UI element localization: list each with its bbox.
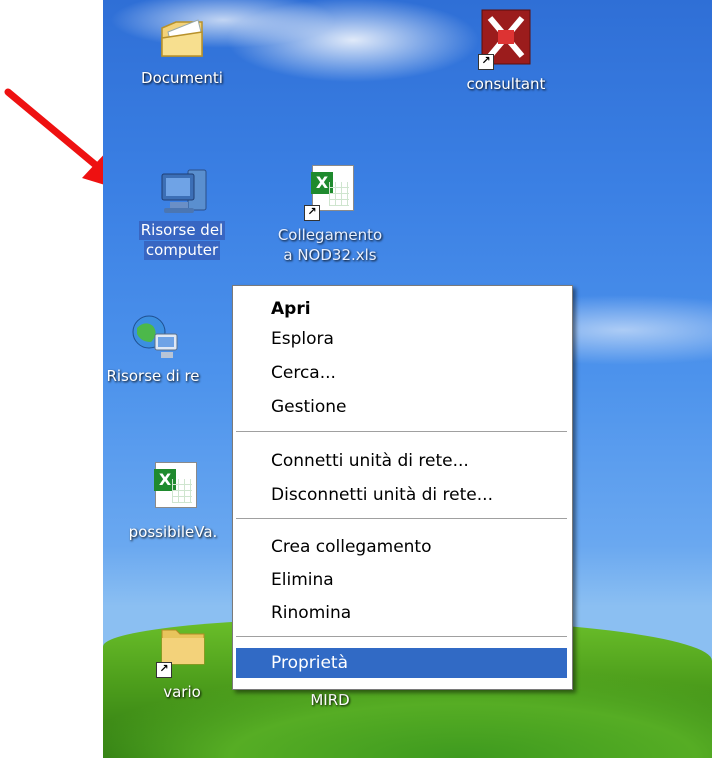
my-documents-icon xyxy=(158,14,206,62)
menu-item-elimina[interactable]: Elimina xyxy=(236,565,567,595)
network-places-icon xyxy=(129,312,178,360)
excel-shortcut-icon: X ↗ xyxy=(304,163,354,221)
desktop-icon-risorse-computer[interactable]: Risorse del computer xyxy=(122,166,242,260)
menu-separator xyxy=(236,431,567,433)
menu-separator xyxy=(236,636,567,638)
icon-label: possibileVa. xyxy=(128,523,218,541)
icon-label: consultant xyxy=(466,75,546,93)
excel-file-icon: X xyxy=(149,460,197,516)
icon-label-line2: a NOD32.xls xyxy=(283,246,377,264)
menu-item-gestione[interactable]: Gestione xyxy=(236,392,567,422)
desktop-icon-possibile[interactable]: X possibileVa. xyxy=(113,460,233,542)
arrow-shaft xyxy=(4,88,108,176)
app-shortcut-icon: ↗ xyxy=(478,8,532,70)
menu-item-rinomina[interactable]: Rinomina xyxy=(236,598,567,628)
desktop-icon-consultant[interactable]: ↗ consultant xyxy=(446,8,566,94)
icon-label-line2: computer xyxy=(143,241,221,260)
menu-item-apri[interactable]: Apri xyxy=(236,294,567,324)
icon-label-line1: Risorse del xyxy=(138,221,226,240)
icon-label: vario xyxy=(163,683,201,701)
shortcut-arrow-icon: ↗ xyxy=(304,205,320,221)
desktop-icon-nod32[interactable]: X ↗ Collegamento a NOD32.xls xyxy=(270,163,390,265)
folder-shortcut-icon: ↗ xyxy=(156,620,206,678)
shortcut-arrow-icon: ↗ xyxy=(156,662,172,678)
menu-separator xyxy=(236,518,567,520)
icon-label: MIRD xyxy=(310,691,350,709)
shortcut-arrow-icon: ↗ xyxy=(478,54,494,70)
menu-item-connetti-unita[interactable]: Connetti unità di rete... xyxy=(236,446,567,476)
icon-label: Risorse di re xyxy=(106,367,200,385)
icon-label: Documenti xyxy=(141,69,223,87)
desktop-icon-risorse-rete[interactable]: Risorse di re xyxy=(103,312,213,386)
menu-item-disconnetti-unita[interactable]: Disconnetti unità di rete... xyxy=(236,480,567,510)
menu-item-proprieta[interactable]: Proprietà xyxy=(236,648,567,678)
menu-item-esplora[interactable]: Esplora xyxy=(236,324,567,354)
desktop-icon-documenti[interactable]: Documenti xyxy=(122,14,242,88)
desktop-icon-mird[interactable]: MIRD xyxy=(270,690,390,710)
menu-item-cerca[interactable]: Cerca... xyxy=(236,358,567,388)
my-computer-icon xyxy=(158,166,207,214)
desktop-icon-vario[interactable]: ↗ vario xyxy=(122,620,242,702)
icon-label-line1: Collegamento xyxy=(277,226,383,244)
menu-item-crea-collegamento[interactable]: Crea collegamento xyxy=(236,532,567,562)
context-menu: Apri Esplora Cerca... Gestione Connetti … xyxy=(232,285,573,690)
